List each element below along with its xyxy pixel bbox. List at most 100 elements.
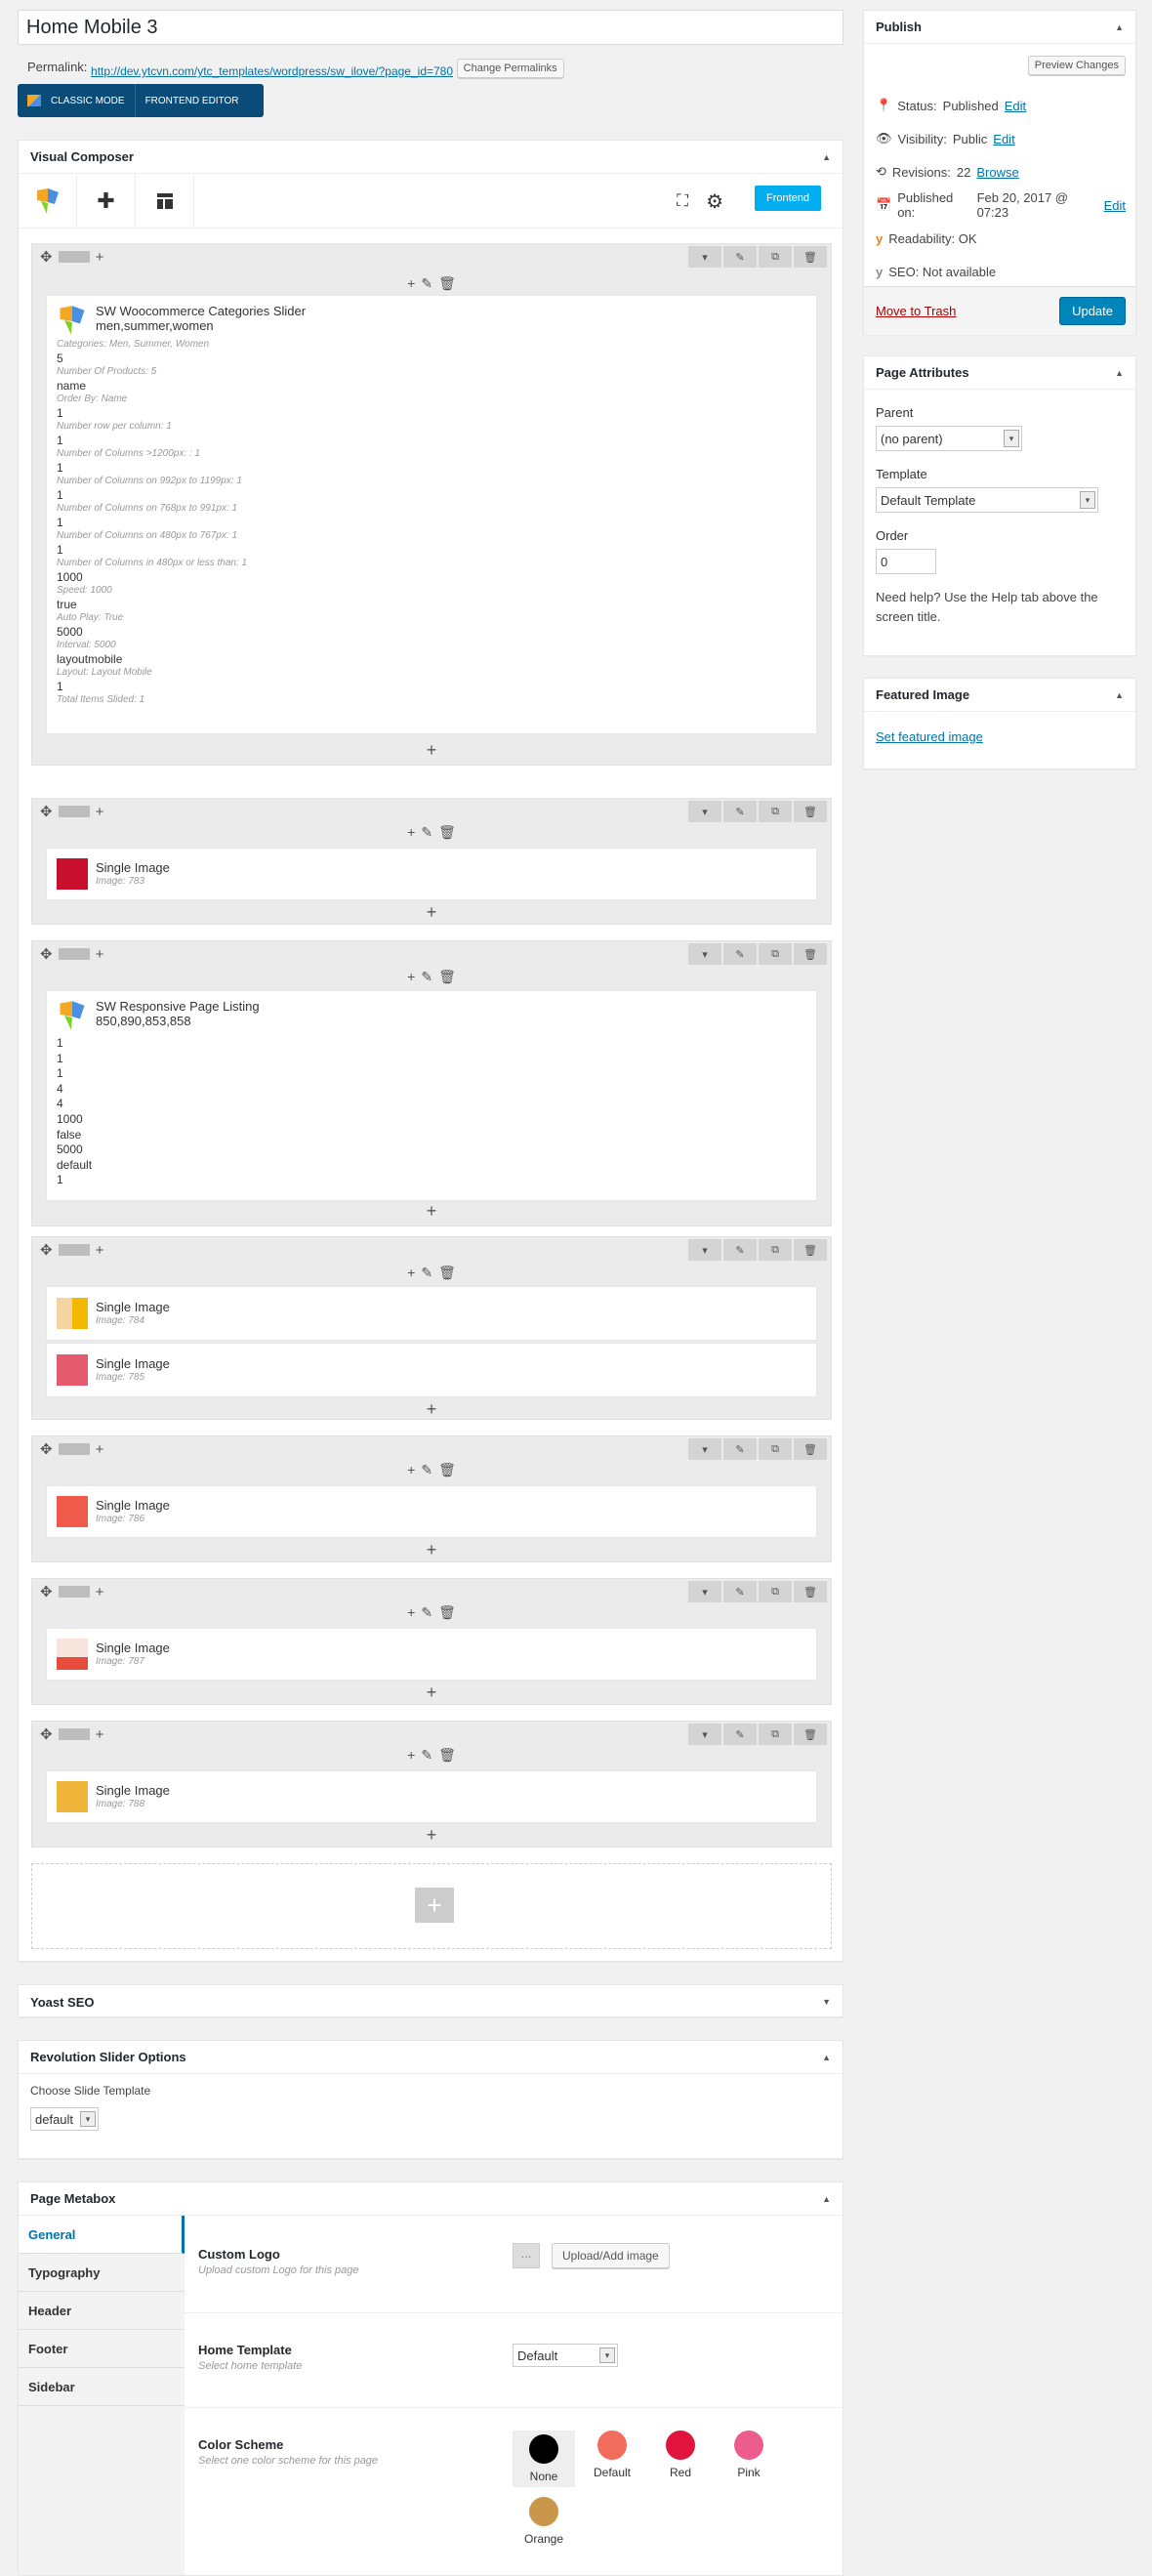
publish-header[interactable]: Publish ▲ xyxy=(864,11,1135,44)
edit-icon[interactable]: ✎ xyxy=(723,1239,757,1261)
update-button[interactable]: Update xyxy=(1059,297,1126,325)
edit-visibility-link[interactable]: Edit xyxy=(993,132,1014,146)
column-controls[interactable]: + ✎ 🗑 xyxy=(32,1265,831,1281)
add-column-icon[interactable]: + xyxy=(96,249,104,266)
column-controls[interactable]: + ✎ 🗑 xyxy=(32,1462,831,1478)
rev-header[interactable]: Revolution Slider Options ▲ xyxy=(19,2041,843,2074)
add-row-icon[interactable]: + xyxy=(415,1888,454,1923)
permalink-url[interactable]: http://dev.ytcvn.com/ytc_templates/wordp… xyxy=(91,64,453,78)
drag-handle-icon[interactable]: ✥ xyxy=(40,1583,53,1600)
metabox-header[interactable]: Page Metabox ▲ xyxy=(19,2182,843,2216)
column-controls[interactable]: + ✎ 🗑 xyxy=(32,1747,831,1764)
delete-icon[interactable]: 🗑 xyxy=(794,1581,827,1602)
sw-page-listing-element[interactable]: SW Responsive Page Listing 850,890,853,85… xyxy=(46,990,817,1201)
yoast-header[interactable]: Yoast SEO ▼ xyxy=(19,1985,843,2018)
layout-icon[interactable] xyxy=(58,1586,90,1598)
frontend-button[interactable]: Frontend xyxy=(754,186,821,211)
vc-header[interactable]: Visual Composer ▲ xyxy=(19,141,843,174)
add-element-plus-icon[interactable]: + xyxy=(32,1540,831,1560)
toggle-icon[interactable]: ▾ xyxy=(688,1724,721,1745)
slide-template-select[interactable]: default ▾ xyxy=(30,2107,99,2131)
collapse-icon[interactable]: ▲ xyxy=(822,2194,831,2204)
browse-revisions-link[interactable]: Browse xyxy=(976,165,1018,180)
change-permalinks-button[interactable]: Change Permalinks xyxy=(456,59,564,78)
post-title-input[interactable]: Home Mobile 3 xyxy=(18,10,843,45)
column-controls[interactable]: + ✎ 🗑 xyxy=(32,969,831,985)
tab-header[interactable]: Header xyxy=(19,2292,185,2330)
clone-icon[interactable]: ⧉ xyxy=(759,801,792,822)
add-element-plus-icon[interactable]: + xyxy=(32,740,831,761)
collapse-icon[interactable]: ▲ xyxy=(1115,368,1124,378)
collapse-icon[interactable]: ▲ xyxy=(822,152,831,162)
delete-icon[interactable]: 🗑 xyxy=(794,1438,827,1460)
add-element-plus-icon[interactable]: + xyxy=(32,1201,831,1222)
settings-gear-icon[interactable]: ⚙ xyxy=(706,189,723,214)
add-element-icon[interactable]: ✚ xyxy=(77,173,136,229)
single-image-element[interactable]: Single Image Image: 784 xyxy=(46,1286,817,1341)
logo-remove-button[interactable]: ... xyxy=(513,2243,540,2268)
collapse-icon[interactable]: ▲ xyxy=(1115,22,1124,32)
layout-icon[interactable] xyxy=(58,251,90,263)
single-image-element[interactable]: Single Image Image: 785 xyxy=(46,1343,817,1397)
template-select[interactable]: Default Template ▾ xyxy=(876,487,1098,513)
templates-icon[interactable] xyxy=(136,173,194,229)
color-option-default[interactable]: Default xyxy=(581,2431,643,2487)
layout-icon[interactable] xyxy=(58,1244,90,1256)
drag-handle-icon[interactable]: ✥ xyxy=(40,1241,53,1259)
add-row-area[interactable]: + xyxy=(31,1863,832,1949)
drag-handle-icon[interactable]: ✥ xyxy=(40,1440,53,1458)
clone-icon[interactable]: ⧉ xyxy=(759,943,792,965)
single-image-element[interactable]: Single Image Image: 786 xyxy=(46,1485,817,1538)
collapse-icon[interactable]: ▲ xyxy=(822,2053,831,2062)
delete-icon[interactable]: 🗑 xyxy=(794,1724,827,1745)
edit-icon[interactable]: ✎ xyxy=(723,943,757,965)
color-option-orange[interactable]: Orange xyxy=(513,2497,575,2546)
sw-categories-slider-element[interactable]: SW Woocommerce Categories Slider men,summ… xyxy=(46,295,817,734)
edit-icon[interactable]: ✎ xyxy=(723,1438,757,1460)
fullscreen-icon[interactable]: ⛶ xyxy=(677,191,688,211)
add-column-icon[interactable]: + xyxy=(96,1584,104,1600)
edit-status-link[interactable]: Edit xyxy=(1005,99,1026,113)
upload-image-button[interactable]: Upload/Add image xyxy=(552,2243,670,2268)
featured-header[interactable]: Featured Image ▲ xyxy=(864,679,1135,712)
toggle-icon[interactable]: ▾ xyxy=(688,246,721,268)
add-icon[interactable]: + xyxy=(407,275,415,292)
drag-handle-icon[interactable]: ✥ xyxy=(40,1725,53,1743)
single-image-element[interactable]: Single Image Image: 787 xyxy=(46,1628,817,1681)
tab-footer[interactable]: Footer xyxy=(19,2330,185,2368)
add-column-icon[interactable]: + xyxy=(96,946,104,963)
parent-select[interactable]: (no parent) ▾ xyxy=(876,426,1022,451)
tab-sidebar[interactable]: Sidebar xyxy=(19,2368,185,2406)
toggle-icon[interactable]: ▾ xyxy=(688,943,721,965)
add-column-icon[interactable]: + xyxy=(96,804,104,820)
clone-icon[interactable]: ⧉ xyxy=(759,1239,792,1261)
color-option-red[interactable]: Red xyxy=(649,2431,712,2487)
column-controls[interactable]: + ✎ 🗑 xyxy=(32,1604,831,1621)
add-element-plus-icon[interactable]: + xyxy=(32,902,831,923)
drag-handle-icon[interactable]: ✥ xyxy=(40,248,53,266)
preview-changes-button[interactable]: Preview Changes xyxy=(1027,56,1126,75)
toggle-icon[interactable]: ▾ xyxy=(688,1239,721,1261)
clone-icon[interactable]: ⧉ xyxy=(759,1438,792,1460)
home-template-select[interactable]: Default ▾ xyxy=(513,2344,618,2367)
drag-handle-icon[interactable]: ✥ xyxy=(40,945,53,963)
edit-date-link[interactable]: Edit xyxy=(1104,198,1126,213)
vc-logo-icon[interactable] xyxy=(19,173,77,229)
move-to-trash-link[interactable]: Move to Trash xyxy=(876,304,956,318)
frontend-editor-button[interactable]: FRONTEND EDITOR xyxy=(136,84,249,117)
delete-icon[interactable]: 🗑 xyxy=(794,943,827,965)
attributes-header[interactable]: Page Attributes ▲ xyxy=(864,356,1135,390)
edit-icon[interactable]: ✎ xyxy=(723,1581,757,1602)
add-column-icon[interactable]: + xyxy=(96,1441,104,1458)
toggle-icon[interactable]: ▾ xyxy=(688,1581,721,1602)
delete-icon[interactable]: 🗑 xyxy=(794,246,827,268)
single-image-element[interactable]: Single Image Image: 788 xyxy=(46,1770,817,1823)
layout-icon[interactable] xyxy=(58,1443,90,1455)
edit-icon[interactable]: ✎ xyxy=(723,246,757,268)
add-element-plus-icon[interactable]: + xyxy=(32,1683,831,1703)
delete-icon[interactable]: 🗑 xyxy=(794,801,827,822)
tab-general[interactable]: General xyxy=(19,2216,185,2254)
clone-icon[interactable]: ⧉ xyxy=(759,1581,792,1602)
drag-handle-icon[interactable]: ✥ xyxy=(40,803,53,820)
add-column-icon[interactable]: + xyxy=(96,1242,104,1259)
